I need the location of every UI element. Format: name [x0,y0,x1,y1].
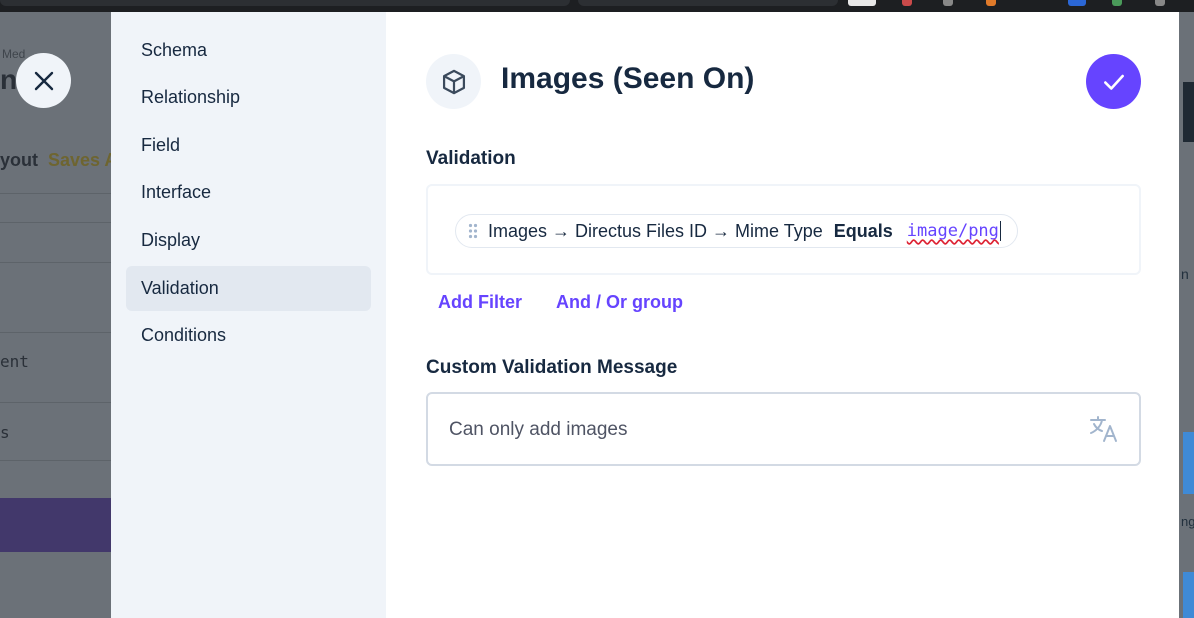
browser-tab[interactable] [0,0,570,6]
filter-value-input[interactable]: image/png [907,221,1001,241]
background-block [1183,82,1194,142]
background-text: s [0,423,10,442]
nav-item-field[interactable]: Field [126,123,371,168]
divider [0,460,111,461]
drag-handle-icon[interactable] [468,223,478,239]
divider [0,402,111,403]
divider [0,222,111,223]
save-confirm-button[interactable] [1086,54,1141,109]
divider [0,262,111,263]
nav-item-label: Interface [141,182,212,202]
filter-builder: Images → Directus Files ID → Mime Type E… [426,184,1141,275]
nav-item-conditions[interactable]: Conditions [126,313,371,358]
divider [0,332,111,333]
filter-operator[interactable]: Equals [834,221,893,242]
nav-item-validation[interactable]: Validation [126,266,371,311]
browser-tab[interactable] [578,0,838,6]
and-or-group-button[interactable]: And / Or group [556,292,683,313]
background-saves-label: Saves A [48,150,111,170]
extension-icon[interactable] [943,0,953,6]
message-value: Can only add images [449,419,628,440]
nav-item-interface[interactable]: Interface [126,170,371,215]
background-text: ng [1181,514,1194,529]
check-icon [1103,74,1124,90]
nav-item-label: Conditions [141,325,227,345]
background-layout-label: yout [0,150,38,170]
translate-icon[interactable] [1089,415,1119,448]
profile-avatar[interactable] [848,0,876,6]
custom-validation-message-label: Custom Validation Message [426,357,678,378]
add-filter-button[interactable]: Add Filter [438,292,522,313]
nav-item-relationship[interactable]: Relationship [126,75,371,120]
background-button [1183,572,1194,618]
extension-icon[interactable] [902,0,912,6]
nav-item-label: Display [141,230,201,250]
filter-rule: Images → Directus Files ID → Mime Type E… [455,214,1018,248]
nav-item-label: Validation [141,278,219,298]
browser-tab-strip [0,0,1194,12]
nav-item-display[interactable]: Display [126,218,371,263]
extension-icon[interactable] [1155,0,1165,6]
extension-icon[interactable] [1068,0,1086,6]
nav-item-label: Field [141,135,181,155]
drawer-sidebar: Schema Relationship Field Interface Disp… [111,12,386,618]
close-drawer-button[interactable] [16,53,71,108]
nav-item-schema[interactable]: Schema [126,28,371,73]
header-icon-container [426,54,481,109]
nav-item-label: Relationship [141,87,241,107]
background-text: ent [0,352,29,371]
background-title: n [0,64,18,95]
nav-item-label: Schema [141,40,208,60]
background-purple-bar [0,498,111,552]
background-layout-row: yout Saves A [0,150,111,171]
extension-icon[interactable] [1112,0,1122,6]
drawer-content: Images (Seen On) Validation Images → Dir… [386,12,1179,618]
extension-icon[interactable] [986,0,996,6]
background-breadcrumb: Med [2,47,26,61]
divider [0,193,111,194]
validation-label: Validation [426,148,516,169]
close-icon [34,71,53,90]
custom-validation-message-input[interactable]: Can only add images [426,392,1141,466]
page-title: Images (Seen On) [501,62,755,95]
background-button [1183,432,1194,494]
background-app-right-edge: n ng [1179,12,1194,618]
filter-field[interactable]: Images → Directus Files ID → Mime Type [488,221,823,242]
background-text: n [1181,266,1189,282]
box-icon [442,69,465,94]
